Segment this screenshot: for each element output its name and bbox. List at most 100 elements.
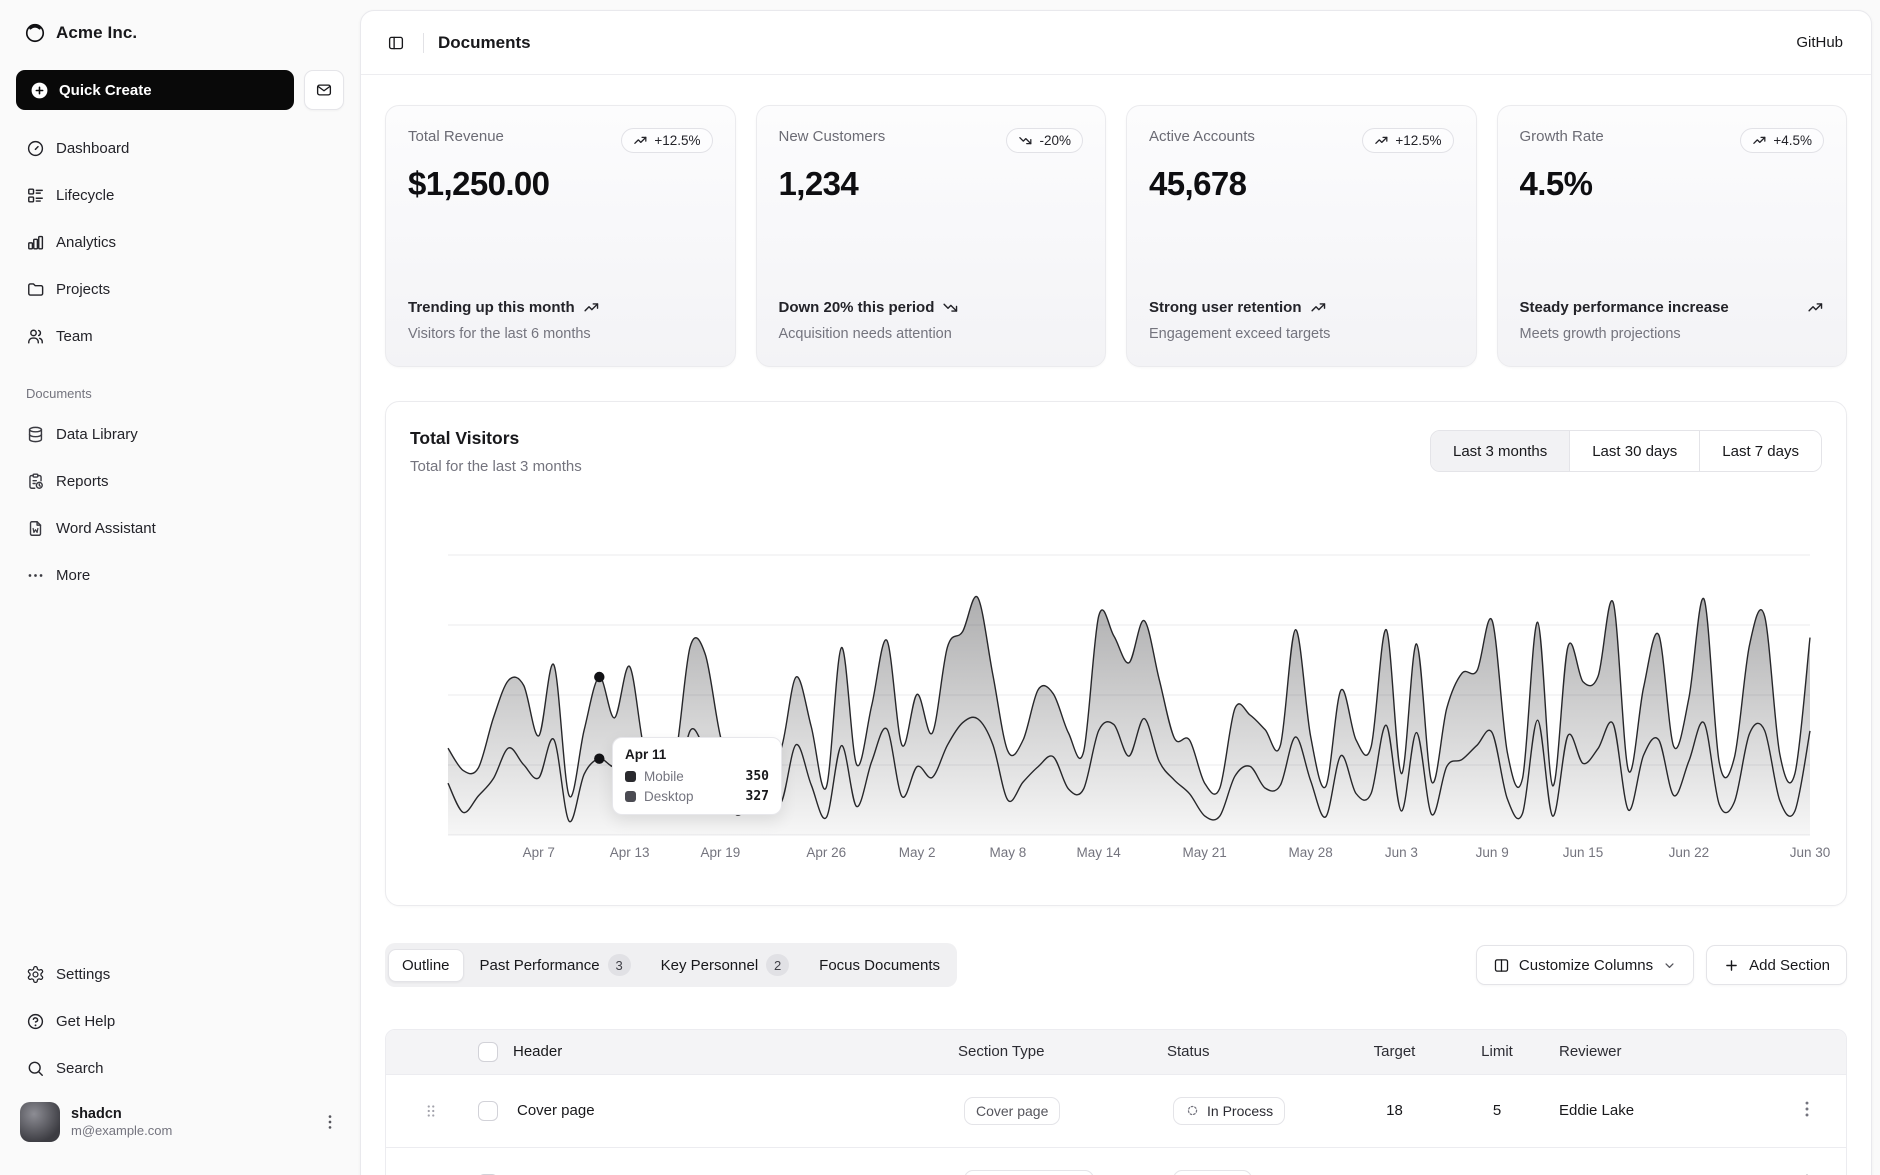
sidebar-item-team[interactable]: Team [16,314,344,358]
sidebar-item-get-help[interactable]: Get Help [16,999,344,1043]
stat-foot-desc: Meets growth projections [1520,326,1825,342]
table-row-cover-page[interactable]: Cover page Cover page In Process 18 5 Ed… [386,1074,1847,1147]
sidebar-item-projects[interactable]: Projects [16,267,344,311]
tab-label: Focus Documents [819,957,940,974]
stat-trend-badge: -20% [1006,128,1083,153]
section-type-badge: Cover page [964,1097,1060,1125]
drag-handle[interactable] [390,1148,446,1175]
tab-past-performance[interactable]: Past Performance3 [466,946,645,984]
svg-text:Jun 9: Jun 9 [1476,845,1509,860]
circle-plus-icon [30,81,49,100]
table-row-table-of-contents[interactable]: Table of contents Table of contents Done… [386,1147,1847,1175]
svg-text:Jun 15: Jun 15 [1563,845,1604,860]
sidebar-item-analytics[interactable]: Analytics [16,220,344,264]
svg-text:May 8: May 8 [990,845,1027,860]
list-details-icon [26,186,45,205]
trending-up-icon [1807,299,1824,316]
tab-count-badge: 3 [608,954,631,976]
x-axis-labels: Apr 7Apr 13Apr 19Apr 26May 2May 8May 14M… [523,845,1831,860]
report-icon [26,472,45,491]
mail-icon [315,81,333,99]
svg-text:May 28: May 28 [1288,845,1332,860]
sidebar-item-label: Projects [56,281,110,298]
stat-card-growth-rate: Growth Rate +4.5% 4.5% Steady performanc… [1497,105,1848,367]
stat-card-active-accounts: Active Accounts +12.5% 45,678 Strong use… [1126,105,1477,367]
quick-create-button[interactable]: Quick Create [16,70,294,110]
sidebar-item-settings[interactable]: Settings [16,952,344,996]
row-checkbox[interactable] [478,1101,498,1121]
row-menu-button[interactable] [1796,1171,1818,1175]
svg-text:Jun 30: Jun 30 [1790,845,1831,860]
sidebar-item-label: Search [56,1060,104,1077]
avatar [20,1102,60,1142]
add-section-button[interactable]: Add Section [1706,945,1847,985]
sidebar-item-label: Reports [56,473,109,490]
github-link[interactable]: GitHub [1796,34,1843,51]
sidebar-item-label: Word Assistant [56,520,156,537]
gauge-icon [26,139,45,158]
row-reviewer[interactable]: Eddie Lake [1547,1147,1792,1175]
sidebar-item-label: Analytics [56,234,116,251]
row-limit[interactable]: 5 [1447,1074,1547,1147]
visitors-area-chart[interactable]: Apr 7Apr 13Apr 19Apr 26May 2May 8May 14M… [386,402,1850,907]
svg-text:Apr 7: Apr 7 [523,845,555,860]
stat-value: 1,234 [779,165,1084,203]
sidebar-item-data-library[interactable]: Data Library [16,412,344,456]
stat-foot-title: Down 20% this period [779,297,1084,319]
brand[interactable]: Acme Inc. [16,12,344,54]
series-name: Mobile [644,769,684,784]
stat-trend-badge: +12.5% [621,128,712,153]
stat-foot-desc: Visitors for the last 6 months [408,326,713,342]
dots-vertical-icon[interactable] [320,1112,340,1132]
col-header: Header [498,1030,954,1074]
row-target[interactable]: 29 [1342,1147,1447,1175]
svg-text:May 2: May 2 [899,845,936,860]
trending-up-icon [583,299,600,316]
panel-header: Documents GitHub [361,11,1871,75]
stat-card-total-revenue: Total Revenue +12.5% $1,250.00 Trending … [385,105,736,367]
range-last-3-months[interactable]: Last 3 months [1431,431,1569,471]
section-type-badge: Table of contents [964,1170,1094,1175]
customize-columns-button[interactable]: Customize Columns [1476,945,1694,985]
svg-text:Apr 26: Apr 26 [806,845,846,860]
tab-focus-documents[interactable]: Focus Documents [805,949,954,982]
stat-foot-title: Steady performance increase [1520,297,1825,319]
tab-outline[interactable]: Outline [388,949,464,982]
stat-card-new-customers: New Customers -20% 1,234 Down 20% this p… [756,105,1107,367]
table-header-row: Header Section Type Status Target Limit … [386,1030,1847,1074]
stat-foot-desc: Acquisition needs attention [779,326,1084,342]
stat-foot-desc: Engagement exceed targets [1149,326,1454,342]
sidebar-item-lifecycle[interactable]: Lifecycle [16,173,344,217]
stat-label: Total Revenue [408,128,504,145]
sidebar-item-reports[interactable]: Reports [16,459,344,503]
sidebar-toggle-button[interactable] [379,26,413,60]
sidebar-nav-main: Dashboard Lifecycle Analytics Projects Team [16,126,344,358]
range-last-7-days[interactable]: Last 7 days [1699,431,1821,471]
series-value: 350 [746,769,769,784]
drag-handle[interactable] [390,1075,446,1147]
active-dots [594,672,604,764]
sidebar-item-dashboard[interactable]: Dashboard [16,126,344,170]
sidebar-nav-documents: Data Library Reports Word Assistant More [16,412,344,597]
row-reviewer[interactable]: Eddie Lake [1547,1074,1792,1147]
sidebar-item-search[interactable]: Search [16,1046,344,1090]
select-all-checkbox[interactable] [478,1042,498,1062]
row-limit[interactable]: 24 [1447,1147,1547,1175]
trending-down-icon [1018,133,1033,148]
user-menu[interactable]: shadcn m@example.com [16,1100,344,1144]
user-email: m@example.com [71,1124,172,1137]
sidebar-item-word-assistant[interactable]: Word Assistant [16,506,344,550]
sidebar-item-more[interactable]: More [16,553,344,597]
range-last-30-days[interactable]: Last 30 days [1569,431,1699,471]
sidebar-item-label: Lifecycle [56,187,114,204]
row-menu-button[interactable] [1796,1098,1818,1120]
row-header[interactable]: Cover page [502,1102,595,1119]
status-badge: In Process [1173,1097,1285,1125]
sidebar-section-label: Documents [16,384,344,402]
user-name: shadcn [71,1107,172,1122]
row-target[interactable]: 18 [1342,1074,1447,1147]
trending-up-icon [1752,133,1767,148]
stat-value: 4.5% [1520,165,1825,203]
tab-key-personnel[interactable]: Key Personnel2 [647,946,804,984]
inbox-button[interactable] [304,70,344,110]
